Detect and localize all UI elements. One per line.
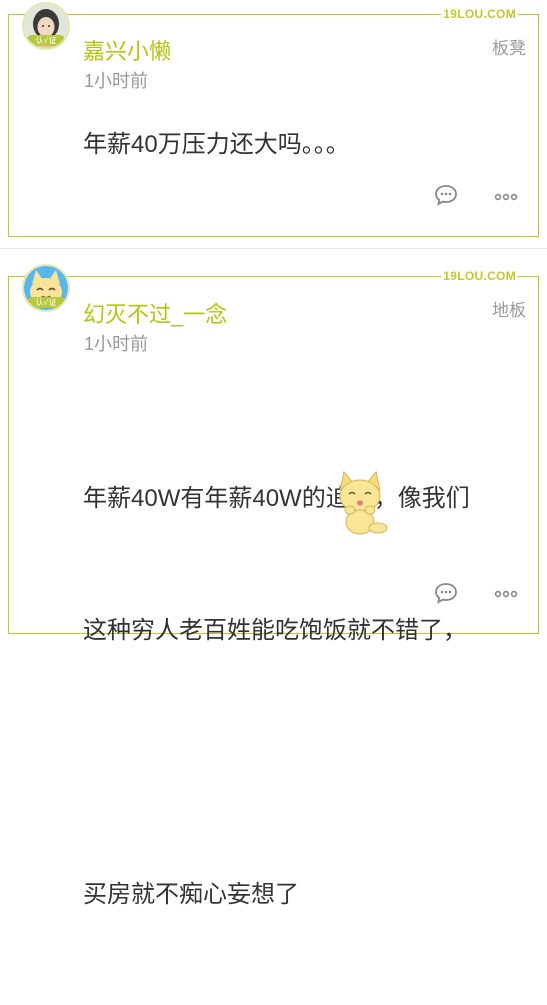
post-content: 年薪40万压力还大吗。。。	[83, 131, 350, 158]
content-line	[83, 741, 527, 785]
username[interactable]: 嘉兴小懒	[83, 39, 171, 65]
floor-label: 地板	[492, 301, 526, 320]
post-time: 1小时前	[84, 334, 149, 354]
content-line: 这种穷人老百姓能吃饱饭就不错了，	[83, 617, 467, 644]
content-line: 年薪40W有年薪40W的追求，像我们	[83, 485, 470, 512]
reply-icon[interactable]	[434, 184, 458, 206]
cat-emoticon	[339, 470, 388, 535]
reply-icon[interactable]	[434, 582, 458, 604]
post-1: 19LOU.COM 认√证 嘉兴小懒 1小时前 板凳 年薪40万压力还大吗。。。	[0, 0, 547, 248]
more-icon[interactable]	[494, 192, 518, 202]
more-icon[interactable]	[494, 589, 518, 599]
username[interactable]: 幻灭不过_一念	[83, 302, 227, 328]
content-line: 买房就不痴心妄想了	[83, 881, 299, 908]
post-divider	[0, 248, 547, 249]
watermark: 19LOU.COM	[441, 269, 518, 283]
post-time: 1小时前	[84, 71, 149, 91]
avatar-badge: 认√证	[27, 297, 65, 308]
post-2: 19LOU.COM 认√证 幻灭不过_一念 1小时前 地板 年薪40W有年薪40…	[0, 262, 547, 908]
avatar[interactable]: 认√证	[22, 2, 70, 50]
watermark: 19LOU.COM	[441, 7, 518, 21]
avatar-badge: 认√证	[27, 35, 65, 46]
avatar[interactable]: 认√证	[22, 264, 70, 312]
post-content: 年薪40W有年薪40W的追求，像我们 这种穷人老百姓能吃饱饭就不错了， 买房就不…	[83, 389, 527, 1005]
floor-label: 板凳	[492, 39, 526, 58]
